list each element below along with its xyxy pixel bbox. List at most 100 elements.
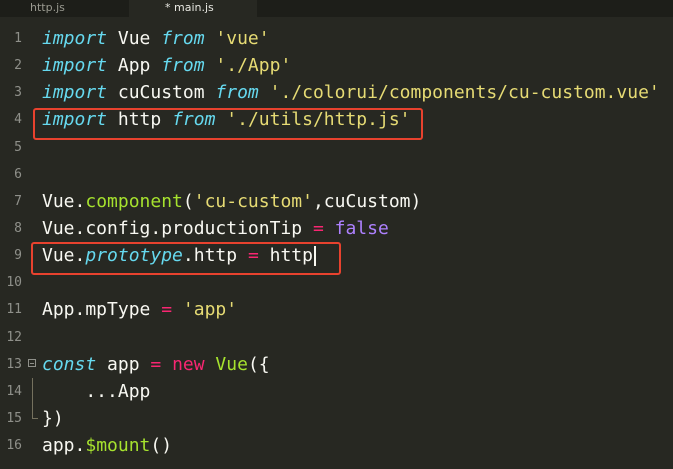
code-line-14[interactable]: 14 ...App xyxy=(0,377,673,405)
code-line-10[interactable]: 10 xyxy=(0,269,673,296)
token: prototype xyxy=(85,245,183,267)
code-line-7[interactable]: 7 Vue.component('cu-custom',cuCustom) xyxy=(0,188,673,215)
code-text: app.$mount() xyxy=(42,432,172,459)
tab-bar: http.js * main.js xyxy=(0,0,673,17)
token: ({ xyxy=(247,353,270,375)
code-line-2[interactable]: 2 import App from './App' xyxy=(0,52,673,79)
code-line-3[interactable]: 3 import cuCustom from './colorui/compone… xyxy=(0,79,673,106)
line-number: 13 xyxy=(6,356,22,372)
token: App xyxy=(107,55,162,77)
line-number: 12 xyxy=(6,329,22,345)
code-text: App.mpType = 'app' xyxy=(42,296,237,323)
code-line-12[interactable]: 12 xyxy=(0,324,673,351)
token: 'vue' xyxy=(215,28,270,49)
token: const xyxy=(42,353,97,375)
code-text: ...App xyxy=(42,378,150,405)
code-editor: http.js * main.js 1 import Vue from 'vue'… xyxy=(0,0,673,469)
token: from xyxy=(215,82,259,104)
line-number: 14 xyxy=(6,383,22,399)
code-text: Vue.config.productionTip = false xyxy=(42,215,389,242)
line-number: 7 xyxy=(14,193,22,209)
line-number: 1 xyxy=(14,31,22,46)
code-text: import Vue from 'vue' xyxy=(42,25,270,52)
token: }) xyxy=(42,407,64,429)
token: cuCustom xyxy=(107,82,216,104)
line-number: 9 xyxy=(14,248,22,264)
token: app xyxy=(96,353,151,375)
code-line-16[interactable]: 16 app.$mount() xyxy=(0,432,673,459)
token: import xyxy=(42,55,108,77)
token: http xyxy=(258,245,313,267)
token: Vue xyxy=(107,28,162,49)
code-text: Vue.component('cu-custom',cuCustom) xyxy=(42,188,421,215)
token: Vue. xyxy=(42,190,86,212)
code-text: import App from './App' xyxy=(42,52,291,79)
token: import xyxy=(42,109,108,131)
token: = xyxy=(161,299,173,321)
line-number: 15 xyxy=(6,410,22,426)
code-line-15[interactable]: 15}) xyxy=(0,404,673,432)
code-line-1[interactable]: 1 import Vue from 'vue' xyxy=(0,25,673,52)
text-cursor xyxy=(313,246,316,267)
token: = xyxy=(150,353,162,375)
line-number: 2 xyxy=(14,58,22,74)
line-number: 5 xyxy=(14,139,22,155)
code-text: import cuCustom from './colorui/componen… xyxy=(42,79,660,106)
tab-http-js[interactable]: http.js xyxy=(0,0,128,17)
line-number: 16 xyxy=(6,438,22,454)
line-number: 10 xyxy=(6,275,22,291)
token: './utils/http.js' xyxy=(226,109,411,131)
token: new xyxy=(172,353,205,375)
tab-main-js[interactable]: * main.js xyxy=(129,0,257,17)
token: Vue. xyxy=(42,245,86,267)
line-number: 4 xyxy=(14,112,22,128)
token: app. xyxy=(42,435,86,457)
token: $mount xyxy=(85,435,151,457)
token: import xyxy=(42,82,108,104)
code-line-6[interactable]: 6 xyxy=(0,161,673,188)
token: Vue xyxy=(215,353,248,375)
token: from xyxy=(161,28,205,49)
token: component xyxy=(85,190,183,212)
fold-toggle-icon[interactable] xyxy=(28,358,36,367)
token: './App' xyxy=(215,55,292,77)
token: .http xyxy=(182,245,248,267)
indent-guide xyxy=(32,377,33,405)
code-area[interactable]: 1 import Vue from 'vue' 2 import App from '… xyxy=(0,25,673,459)
token: 'cu-custom' xyxy=(193,190,313,212)
token: false xyxy=(334,217,389,239)
line-number: 6 xyxy=(14,166,22,182)
token: from xyxy=(172,109,216,131)
code-line-9[interactable]: 9 Vue.prototype.http = http xyxy=(0,242,673,269)
token: = xyxy=(312,217,324,239)
code-text: Vue.prototype.http = http xyxy=(42,242,316,269)
token: http xyxy=(107,109,173,131)
code-text: }) xyxy=(42,405,64,432)
code-line-5[interactable]: 5 xyxy=(0,134,673,161)
token: './colorui/components/cu-custom.vue' xyxy=(269,82,660,104)
line-number: 3 xyxy=(14,85,22,101)
code-text: const app = new Vue({ xyxy=(42,351,270,378)
token: ,cuCustom) xyxy=(312,190,422,212)
indent-guide-end xyxy=(32,404,38,419)
code-line-13[interactable]: 13 const app = new Vue({ xyxy=(0,351,673,378)
token: import xyxy=(42,28,108,49)
token: () xyxy=(150,435,173,457)
code-line-11[interactable]: 11 App.mpType = 'app' xyxy=(0,296,673,323)
line-number: 8 xyxy=(14,220,22,236)
token: 'app' xyxy=(182,299,238,321)
code-line-4[interactable]: 4 import http from './utils/http.js' xyxy=(0,106,673,133)
token: ( xyxy=(182,190,194,212)
code-line-8[interactable]: 8 Vue.config.productionTip = false xyxy=(0,215,673,242)
token: Vue.config.productionTip xyxy=(42,217,313,239)
token: App.mpType xyxy=(42,299,162,321)
code-text: import http from './utils/http.js' xyxy=(42,106,411,133)
token: from xyxy=(161,55,205,77)
